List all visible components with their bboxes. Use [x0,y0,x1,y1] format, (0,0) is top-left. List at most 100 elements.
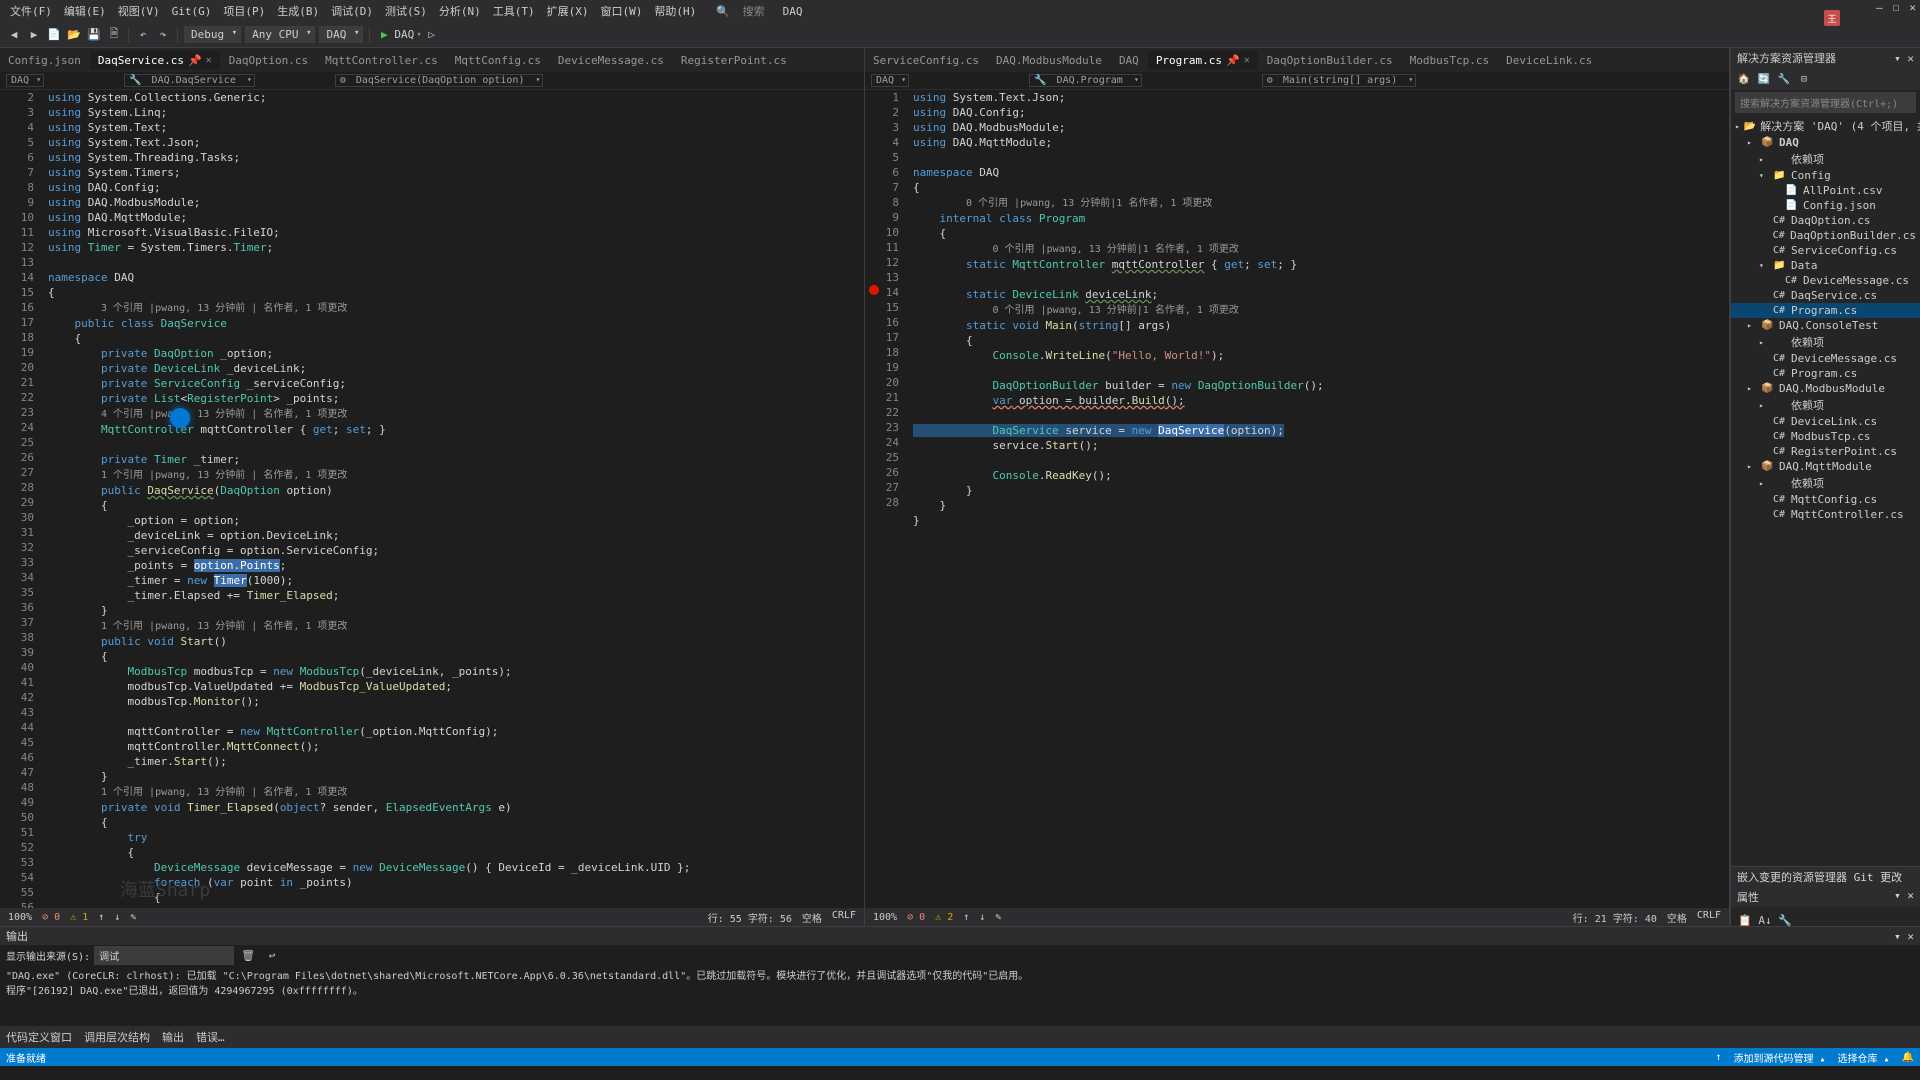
bc-class-r[interactable]: 🔧 DAQ.Program [1029,74,1142,87]
undo-icon[interactable]: ↶ [134,26,152,44]
status-repo[interactable]: 选择仓库 ▴ [1838,1050,1890,1065]
tab-codedef[interactable]: 代码定义窗口 [6,1029,72,1045]
tab-mqttcontroller[interactable]: MqttController.cs [317,51,447,70]
tree-item[interactable]: ▸依赖项 [1731,474,1920,492]
redo-icon[interactable]: ↷ [154,26,172,44]
menu-analyze[interactable]: 分析(N) [433,3,487,19]
new-file-icon[interactable]: 📄 [45,26,63,44]
warning-icon-r[interactable]: ⚠ 2 [935,912,953,923]
close-icon[interactable]: ✕ [206,55,212,66]
solution-root[interactable]: ▸📂解决方案 'DAQ' (4 个项目, 共 4 个) [1731,117,1920,135]
tree-item[interactable]: 📄Config.json [1731,198,1920,213]
tab-config[interactable]: Config.json [0,51,90,70]
tree-item[interactable]: C#ServiceConfig.cs [1731,243,1920,258]
bc-project[interactable]: DAQ [6,74,44,87]
nav-up-icon[interactable]: ↑ [98,912,104,923]
menu-extensions[interactable]: 扩展(X) [541,3,595,19]
tree-item[interactable]: C#Program.cs [1731,303,1920,318]
open-icon[interactable]: 📂 [65,26,83,44]
tree-item[interactable]: C#DeviceLink.cs [1731,414,1920,429]
tab-registerpoint[interactable]: RegisterPoint.cs [673,51,796,70]
platform-dropdown[interactable]: Any CPU [245,26,315,43]
tree-item[interactable]: ▾📁Config [1731,168,1920,183]
tab-daqservice[interactable]: DaqService.cs 📌✕ [90,51,221,70]
tab-callhier[interactable]: 调用层次结构 [84,1029,150,1045]
tree-item[interactable]: C#MqttConfig.cs [1731,492,1920,507]
solution-search[interactable]: 搜索解决方案资源管理器(Ctrl+;) [1735,92,1916,113]
minimize-button[interactable]: — [1876,1,1883,14]
status-source-control[interactable]: 添加到源代码管理 ▴ [1733,1050,1825,1065]
tab-modbustcp[interactable]: ModbusTcp.cs [1402,51,1498,70]
tab-daqoptionbuilder[interactable]: DaqOptionBuilder.cs [1259,51,1402,70]
start-nodebug-icon[interactable]: ▷ [423,26,441,44]
tree-item[interactable]: ▸📦DAQ.MqttModule [1731,459,1920,474]
eol[interactable]: CRLF [832,910,856,925]
status-bell-icon[interactable]: 🔔 [1902,1052,1914,1063]
bc-member[interactable]: ⚙ DaqService(DaqOption option) [335,74,544,87]
menu-window[interactable]: 窗口(W) [595,3,649,19]
start-label[interactable]: DAQ [394,28,414,41]
tab-devicemessage[interactable]: DeviceMessage.cs [550,51,673,70]
tab-program[interactable]: Program.cs 📌✕ [1148,51,1259,70]
tab-mqttconfig[interactable]: MqttConfig.cs [447,51,550,70]
wrap-icon[interactable]: ↩ [263,946,281,964]
saveall-icon[interactable]: 🗎 [105,26,123,44]
zoom-r[interactable]: 100% [873,912,897,923]
tree-item[interactable]: C#DaqOptionBuilder.cs [1731,228,1920,243]
tree-item[interactable]: C#DaqOption.cs [1731,213,1920,228]
nav-down-icon-r[interactable]: ↓ [979,912,985,923]
tree-item[interactable]: C#Program.cs [1731,366,1920,381]
tab-errors[interactable]: 错误… [196,1029,225,1045]
menu-project[interactable]: 项目(P) [217,3,271,19]
tab-daqoption[interactable]: DaqOption.cs [221,51,317,70]
menu-help[interactable]: 帮助(H) [648,3,702,19]
bc-member-r[interactable]: ⚙ Main(string[] args) [1262,74,1416,87]
code-area-left[interactable]: 海蓝Sharp 2 3 4 5 6 7 8 9 10 11 12 13 14 1… [0,90,864,908]
tree-item[interactable]: ▸依赖项 [1731,150,1920,168]
output-text[interactable]: "DAQ.exe" (CoreCLR: clrhost): 已加载 "C:\Pr… [0,965,1920,1026]
tree-item[interactable]: ▸依赖项 [1731,396,1920,414]
code-right[interactable]: using System.Text.Json; using DAQ.Config… [909,90,1729,908]
home-icon[interactable]: 🏠 [1736,71,1752,87]
tab-modbusmodule[interactable]: DAQ.ModbusModule [988,51,1111,70]
search-icon[interactable]: 🔍 搜索 [710,3,776,19]
nav-down-icon[interactable]: ↓ [114,912,120,923]
tree-item[interactable]: ▸📦DAQ [1731,135,1920,150]
nav-up-icon-r[interactable]: ↑ [963,912,969,923]
menu-tools[interactable]: 工具(T) [487,3,541,19]
tree-item[interactable]: C#DaqService.cs [1731,288,1920,303]
tree-item[interactable]: ▾📁Data [1731,258,1920,273]
menu-git[interactable]: Git(G) [166,5,218,18]
nav-fwd-icon[interactable]: ▶ [25,26,43,44]
menu-view[interactable]: 视图(V) [112,3,166,19]
tree-item[interactable]: C#RegisterPoint.cs [1731,444,1920,459]
zoom[interactable]: 100% [8,912,32,923]
config-dropdown[interactable]: Debug [184,26,241,43]
breakpoint-icon[interactable] [869,285,879,295]
properties-title[interactable]: 属性 [1737,889,1759,905]
close-button[interactable]: ✕ [1909,1,1916,14]
output-source-dropdown[interactable]: 调试 [94,946,234,965]
menu-file[interactable]: 文件(F) [4,3,58,19]
tree-item[interactable]: C#DeviceMessage.cs [1731,273,1920,288]
nav-back-icon[interactable]: ◀ [5,26,23,44]
clear-icon[interactable]: 🗑 [239,946,257,964]
tree-item[interactable]: C#ModbusTcp.cs [1731,429,1920,444]
maximize-button[interactable]: ☐ [1893,1,1900,14]
status-git[interactable]: ↑ [1715,1052,1721,1063]
indent[interactable]: 空格 [802,910,822,925]
indent-r[interactable]: 空格 [1667,910,1687,925]
tree-item[interactable]: 📄AllPoint.csv [1731,183,1920,198]
collapse-icon[interactable]: ⊟ [1796,71,1812,87]
tab-serviceconfig[interactable]: ServiceConfig.cs [865,51,988,70]
tree-item[interactable]: ▸依赖项 [1731,333,1920,351]
error-icon-r[interactable]: ⊘ 0 [907,912,925,923]
tab-output[interactable]: 输出 [162,1029,184,1045]
sync-icon[interactable]: 🔄 [1756,71,1772,87]
startup-dropdown[interactable]: DAQ [319,26,363,43]
tree-item[interactable]: ▸📦DAQ.ConsoleTest [1731,318,1920,333]
tab-daq[interactable]: DAQ [1111,51,1148,70]
user-avatar-badge[interactable]: 王 [1824,10,1840,26]
tree-item[interactable]: ▸📦DAQ.ModbusModule [1731,381,1920,396]
error-icon[interactable]: ⊘ 0 [42,912,60,923]
